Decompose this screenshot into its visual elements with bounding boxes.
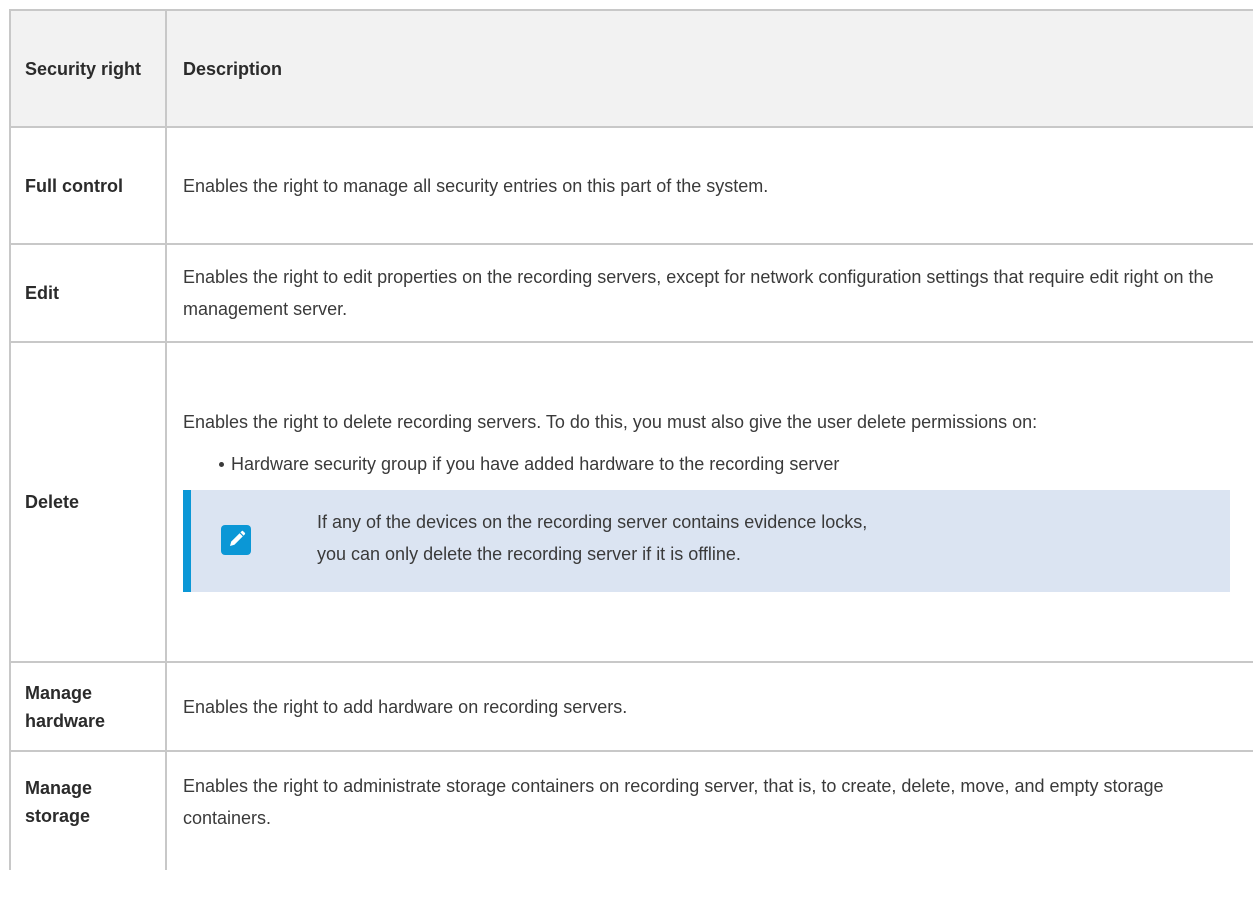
- delete-permissions-list: Hardware security group if you have adde…: [183, 448, 1237, 480]
- document-page: Security right Description Full control …: [0, 0, 1253, 906]
- table-row: Manage hardware Enables the right to add…: [9, 662, 1253, 752]
- right-name-edit: Edit: [9, 244, 167, 343]
- right-description-delete: Enables the right to delete recording se…: [166, 342, 1253, 663]
- right-name-delete: Delete: [9, 342, 167, 663]
- column-header-security-right: Security right: [9, 9, 167, 128]
- column-header-description: Description: [166, 9, 1253, 128]
- note-text: If any of the devices on the recording s…: [317, 506, 1210, 570]
- right-description-edit: Enables the right to edit properties on …: [166, 244, 1253, 343]
- security-rights-table: Security right Description Full control …: [9, 9, 1253, 870]
- right-name-manage-hardware: Manage hardware: [9, 662, 167, 752]
- note-callout: If any of the devices on the recording s…: [183, 490, 1230, 592]
- delete-description-text: Enables the right to delete recording se…: [183, 412, 1038, 432]
- right-name-manage-storage: Manage storage: [9, 751, 167, 870]
- table-row: Full control Enables the right to manage…: [9, 127, 1253, 245]
- table-row: Edit Enables the right to edit propertie…: [9, 244, 1253, 343]
- note-line-2: you can only delete the recording server…: [317, 544, 741, 564]
- right-description-manage-storage: Enables the right to administrate storag…: [166, 751, 1253, 870]
- pencil-icon: [221, 525, 251, 555]
- table-row: Manage storage Enables the right to admi…: [9, 751, 1253, 870]
- right-description-full-control: Enables the right to manage all security…: [166, 127, 1253, 245]
- table-header-row: Security right Description: [9, 9, 1253, 128]
- right-name-full-control: Full control: [9, 127, 167, 245]
- note-line-1: If any of the devices on the recording s…: [317, 512, 868, 532]
- right-description-manage-hardware: Enables the right to add hardware on rec…: [166, 662, 1253, 752]
- table-row: Delete Enables the right to delete recor…: [9, 342, 1253, 663]
- list-item: Hardware security group if you have adde…: [219, 448, 1237, 480]
